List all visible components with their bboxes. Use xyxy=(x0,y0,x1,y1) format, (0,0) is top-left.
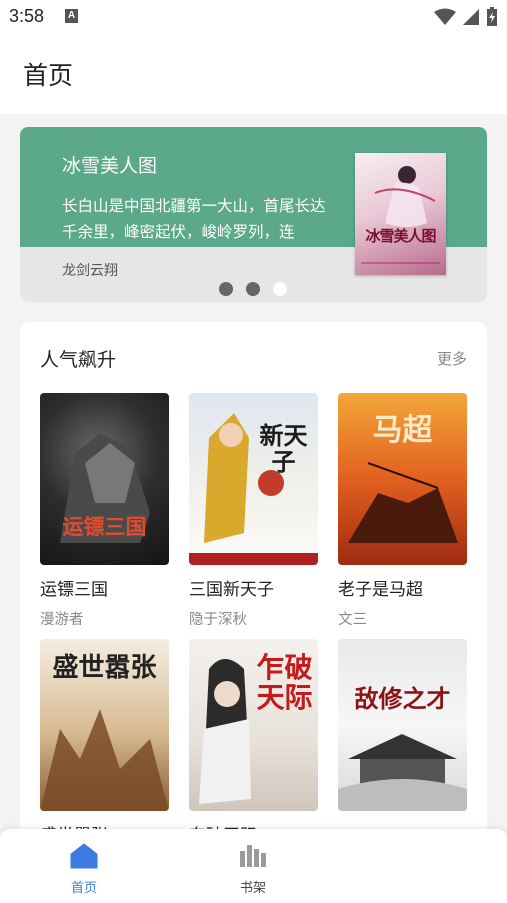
book-author: 漫游者 xyxy=(40,612,84,628)
book-card[interactable]: 运镖三国 运镖三国 漫游者 xyxy=(40,393,169,629)
banner-author: 龙剑云翔 xyxy=(62,263,118,279)
signal-icon xyxy=(463,9,479,25)
nav-item-bookshelf[interactable]: 书架 xyxy=(213,843,293,896)
book-cover[interactable]: 敌修之才 xyxy=(338,639,467,811)
book-cover-title: 新天子 xyxy=(259,421,308,476)
section-title: 人气飙升 xyxy=(40,349,117,371)
book-card[interactable]: 马超 老子是马超 文三 xyxy=(338,393,467,629)
pagination-dot[interactable] xyxy=(219,282,233,296)
battery-icon xyxy=(487,7,497,26)
cover-art xyxy=(189,413,318,565)
nav-item-label: 书架 xyxy=(239,881,266,896)
book-cover-title: 乍破天际 xyxy=(256,651,313,714)
popular-section: 人气飙升 更多 运镖三国 运镖三国 漫游者 新天子 三国新天子 隐于深秋 马超 … xyxy=(20,322,487,903)
status-bar: 3:58 A xyxy=(0,0,507,36)
bottom-navigation: 首页 书架 xyxy=(0,829,507,903)
book-cover[interactable]: 盛世嚣张 xyxy=(40,639,169,811)
book-card[interactable]: 新天子 三国新天子 隐于深秋 xyxy=(189,393,318,629)
book-cover-title: 运镖三国 xyxy=(62,514,147,539)
nav-item-home[interactable]: 首页 xyxy=(44,843,124,896)
page-title: 首页 xyxy=(23,61,74,90)
book-author: 隐于深秋 xyxy=(189,612,247,628)
book-cover[interactable]: 乍破天际 xyxy=(189,639,318,811)
book-card[interactable]: 敌修之才 xyxy=(338,639,467,821)
book-title: 运镖三国 xyxy=(40,580,108,600)
pagination-dot-active[interactable] xyxy=(273,282,287,296)
book-card[interactable]: 盛世嚣张 盛世嚣张 xyxy=(40,639,169,854)
nav-item-label: 首页 xyxy=(70,881,97,896)
book-cover-title: 盛世嚣张 xyxy=(52,653,157,683)
wifi-icon xyxy=(434,8,456,25)
banner-title: 冰雪美人图 xyxy=(62,155,158,177)
pagination-dot[interactable] xyxy=(246,282,260,296)
book-cover[interactable]: 运镖三国 xyxy=(40,393,169,565)
banner-cover-title: 冰雪美人图 xyxy=(365,227,436,245)
book-author: 文三 xyxy=(338,612,367,628)
status-icons xyxy=(434,7,498,27)
notification-icon: A xyxy=(65,9,78,23)
cover-figure-art xyxy=(361,166,440,264)
banner-pagination xyxy=(219,282,287,296)
home-icon xyxy=(70,843,98,869)
more-link[interactable]: 更多 xyxy=(437,348,467,369)
book-title: 老子是马超 xyxy=(338,580,423,600)
book-cover[interactable]: 马超 xyxy=(338,393,467,565)
featured-banner[interactable]: 冰雪美人图 长白山是中国北疆第一大山，首尾长达千余里，峰密起伏，峻岭罗列，连 龙… xyxy=(20,127,487,302)
book-card[interactable]: 乍破天际 东破天际 xyxy=(189,639,318,854)
book-cover[interactable]: 新天子 xyxy=(189,393,318,565)
book-cover-title: 敌修之才 xyxy=(354,684,451,713)
banner-book-cover[interactable]: 冰雪美人图 xyxy=(355,153,446,275)
bookshelf-icon xyxy=(240,845,266,867)
banner-description: 长白山是中国北疆第一大山，首尾长达千余里，峰密起伏，峻岭罗列，连 xyxy=(62,197,326,241)
app-bar: 首页 xyxy=(0,36,507,114)
cover-art xyxy=(338,734,467,811)
book-title: 三国新天子 xyxy=(189,580,274,600)
status-time: 3:58 xyxy=(9,6,45,26)
book-cover-title: 马超 xyxy=(372,413,433,448)
